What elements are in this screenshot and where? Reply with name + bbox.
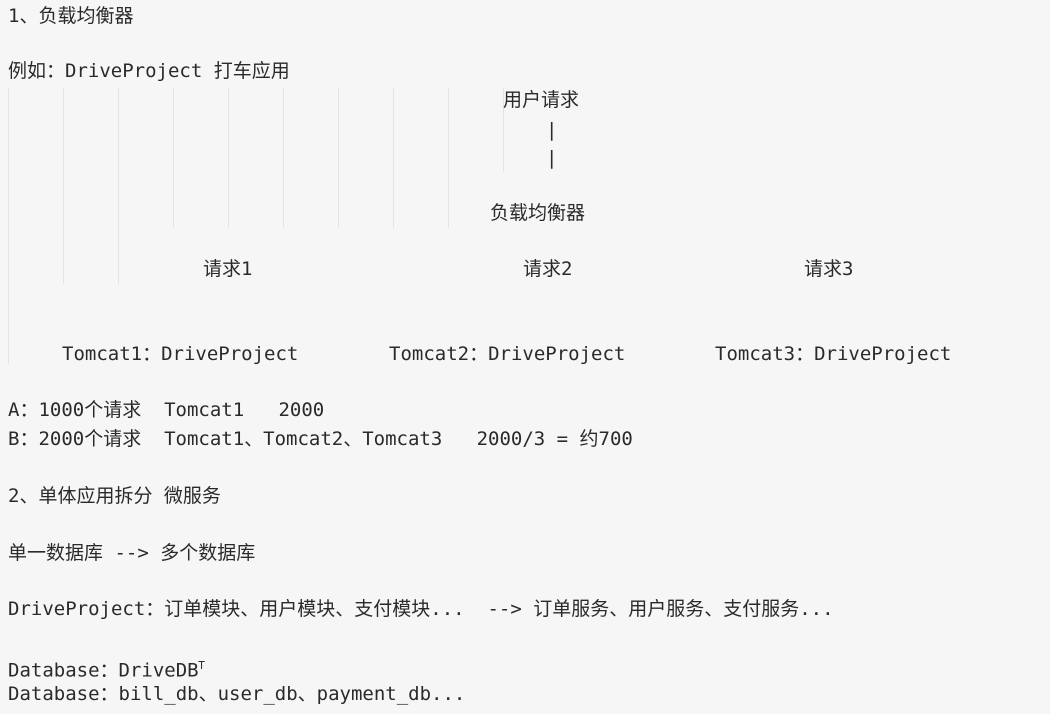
request-2-label: 请求2 (523, 258, 573, 280)
indent-guide (8, 88, 9, 364)
db-multi-line: Database：bill_db、user_db、payment_db... (8, 683, 466, 705)
indent-guide (338, 88, 339, 228)
request-3-label: 请求3 (804, 258, 854, 280)
indent-guide (63, 88, 64, 284)
comparison-b: B：2000个请求 Tomcat1、Tomcat2、Tomcat3 2000/3… (8, 428, 633, 450)
tomcat-2-label: Tomcat2：DriveProject (389, 343, 626, 365)
tomcat-3-label: Tomcat3：DriveProject (715, 343, 952, 365)
example-line: 例如：DriveProject 打车应用 (8, 60, 290, 82)
load-balancer-label: 负载均衡器 (490, 202, 586, 224)
indent-guide (173, 88, 174, 228)
tomcat-1-label: Tomcat1：DriveProject (62, 343, 299, 365)
request-1-label: 请求1 (203, 258, 253, 280)
db-split-line: 单一数据库 --> 多个数据库 (8, 542, 256, 564)
db-single-text: Database：DriveDB (8, 659, 199, 682)
db-single-line: Database：DriveDBᎢ (8, 654, 205, 682)
section2-title: 2、单体应用拆分 微服务 (8, 485, 221, 507)
modules-line: DriveProject：订单模块、用户模块、支付模块... --> 订单服务、… (8, 598, 834, 620)
indent-guide (448, 88, 449, 228)
flow-pipe: | (546, 147, 558, 169)
flow-pipe: | (546, 119, 558, 141)
comparison-a: A：1000个请求 Tomcat1 2000 (8, 399, 325, 421)
indent-guide (118, 88, 119, 284)
indent-guide (228, 88, 229, 228)
user-request-label: 用户请求 (503, 89, 580, 111)
text-cursor-icon: Ꭲ (198, 659, 206, 672)
section1-title: 1、负载均衡器 (8, 5, 134, 27)
indent-guide (283, 88, 284, 228)
indent-guide (393, 88, 394, 228)
